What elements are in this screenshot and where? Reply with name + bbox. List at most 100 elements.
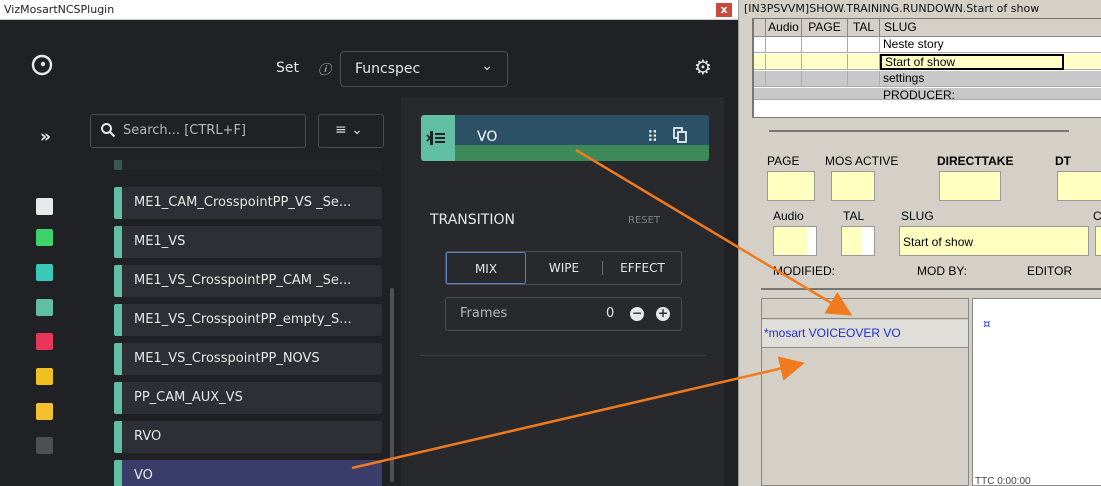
template-item[interactable]: ME1_VS_CrosspointPP_empty_S...	[114, 304, 382, 336]
plugin-titlebar: VizMosartNCSPlugin x	[0, 0, 738, 20]
ttc-readout: TTC 0:00:00	[975, 476, 1031, 486]
story-text-pane[interactable]: ¤ TTC 0:00:00	[972, 298, 1101, 486]
wipe-button[interactable]: WIPE	[526, 252, 602, 284]
editor-label: EDITOR	[1027, 264, 1073, 278]
misc-icon[interactable]	[36, 437, 53, 454]
increment-button[interactable]: +	[656, 307, 670, 321]
template-color-strip	[114, 343, 122, 375]
frames-value[interactable]: 0	[606, 306, 614, 321]
template-label: VO	[134, 468, 153, 483]
column-header-tal[interactable]: TAL	[848, 19, 880, 37]
set-label: Set	[276, 60, 299, 76]
page-field[interactable]	[767, 171, 815, 201]
template-item[interactable]: PP_CAM_AUX_VS	[114, 382, 382, 414]
production-cues-pane: *mosart VOICEOVER VO	[761, 298, 969, 486]
template-color-strip	[114, 187, 122, 219]
frames-label: Frames	[460, 306, 508, 321]
selected-template-card[interactable]: VO ⠿	[421, 115, 709, 161]
slug-cut-label: C	[1093, 209, 1101, 223]
scroll-thumb[interactable]	[390, 288, 394, 482]
directtake-field[interactable]	[939, 171, 1001, 201]
effect-button[interactable]: EFFECT	[602, 252, 683, 284]
horizontal-scrollbar[interactable]	[769, 130, 1069, 132]
slug-label: SLUG	[901, 209, 934, 223]
camera-icon[interactable]	[36, 229, 53, 246]
template-color-strip	[114, 382, 122, 414]
template-item[interactable]: ME1_VS	[114, 226, 382, 258]
film-icon[interactable]	[36, 264, 53, 281]
table-row[interactable]: PRODUCER:	[754, 88, 1101, 100]
view-toggle-button[interactable]: ≡ ⌄	[318, 114, 384, 148]
row-slug: Neste story	[880, 37, 1101, 53]
template-label: RVO	[134, 429, 162, 444]
voiceover-icon[interactable]	[36, 299, 53, 316]
expand-icon[interactable]: »	[40, 127, 51, 147]
panel-divider	[420, 355, 706, 356]
mod-by-label: MOD BY:	[917, 264, 968, 278]
template-label: ME1_VS_CrosspointPP_empty_S...	[134, 312, 352, 327]
modified-label: MODIFIED:	[773, 264, 835, 278]
card-label: VO	[477, 129, 498, 145]
slug-field[interactable]: Start of show	[899, 226, 1089, 256]
form-separator	[761, 288, 1101, 290]
set-select-value: Funcspec	[355, 61, 421, 77]
template-color-strip	[114, 226, 122, 258]
template-label: ME1_CAM_CrosspointPP_VS	[134, 160, 312, 161]
close-button[interactable]: x	[716, 3, 732, 17]
decrement-button[interactable]: −	[630, 307, 644, 321]
audio-field[interactable]	[773, 226, 817, 256]
info-icon[interactable]: ⓘ	[318, 59, 331, 78]
mos-active-field[interactable]	[831, 171, 875, 201]
tal-field[interactable]	[841, 226, 875, 256]
gear-icon[interactable]: ⚙	[694, 55, 716, 79]
template-label: ME1_VS_CrosspointPP_NOVS	[134, 351, 320, 366]
template-label: PP_CAM_AUX_VS	[134, 390, 243, 405]
template-item[interactable]: RVO	[114, 421, 382, 453]
table-row-selected[interactable]: Start of show	[754, 54, 1101, 70]
copy-icon[interactable]	[673, 127, 687, 143]
column-header-slug[interactable]: SLUG	[880, 19, 1101, 37]
column-header-audio[interactable]: Audio	[766, 19, 802, 37]
template-item[interactable]: ME1_CAM_CrosspointPP_VS	[114, 160, 382, 170]
template-item[interactable]: ME1_VS_CrosspointPP_CAM _Se...	[114, 265, 382, 297]
table-row[interactable]: Neste story	[754, 37, 1101, 53]
mos-item[interactable]: *mosart VOICEOVER VO	[762, 320, 968, 348]
table-row[interactable]: settings	[754, 71, 1101, 87]
mos-item-label: *mosart VOICEOVER VO	[764, 326, 901, 340]
list-view-icon: ≡ ⌄	[335, 122, 363, 138]
template-list-scrollbar[interactable]	[386, 160, 396, 486]
column-header-page[interactable]: PAGE	[802, 19, 848, 37]
template-label: ME1_VS_CrosspointPP_CAM _Se...	[134, 273, 352, 288]
mix-button[interactable]: MIX	[446, 252, 526, 284]
row-slug: PRODUCER:	[880, 88, 1101, 99]
category-rail: »	[0, 115, 90, 486]
template-editor-panel: VO ⠿	[401, 97, 724, 486]
record-icon[interactable]	[36, 333, 53, 350]
rundown-grid: Audio PAGE TAL SLUG Neste story Start of…	[753, 18, 1101, 118]
set-select[interactable]: Funcspec ⌄	[340, 51, 508, 87]
mos-active-label: MOS ACTIVE	[825, 154, 899, 168]
plugin-window: VizMosartNCSPlugin x Set ⓘ Funcspec ⌄ ⚙ …	[0, 0, 738, 486]
audio-label: Audio	[773, 209, 804, 223]
mos-marker-icon: ¤	[983, 317, 991, 331]
template-color-strip	[114, 304, 122, 336]
pane-header	[762, 299, 968, 319]
dt-field[interactable]	[1057, 171, 1101, 201]
template-label: ME1_VS	[134, 234, 186, 249]
search-input[interactable]: Search... [CTRL+F]	[90, 114, 306, 148]
grid-icon[interactable]	[36, 198, 53, 215]
reset-button[interactable]: RESET	[628, 215, 660, 226]
template-item[interactable]: VO	[114, 460, 382, 486]
slug-extra-field[interactable]	[1095, 226, 1101, 256]
template-item[interactable]: ME1_VS_CrosspointPP_NOVS	[114, 343, 382, 375]
page-label: PAGE	[767, 154, 800, 168]
drag-handle-icon[interactable]: ⠿	[647, 128, 658, 146]
graphics-icon[interactable]	[36, 368, 53, 385]
row-slug: Start of show	[880, 54, 1064, 70]
frames-stepper: Frames 0 − +	[445, 297, 682, 331]
template-color-strip	[114, 421, 122, 453]
grid-corner	[754, 19, 766, 37]
template-item[interactable]: ME1_CAM_CrosspointPP_VS _Se...	[114, 187, 382, 219]
phone-icon[interactable]	[36, 403, 53, 420]
voiceover-icon	[421, 115, 455, 161]
